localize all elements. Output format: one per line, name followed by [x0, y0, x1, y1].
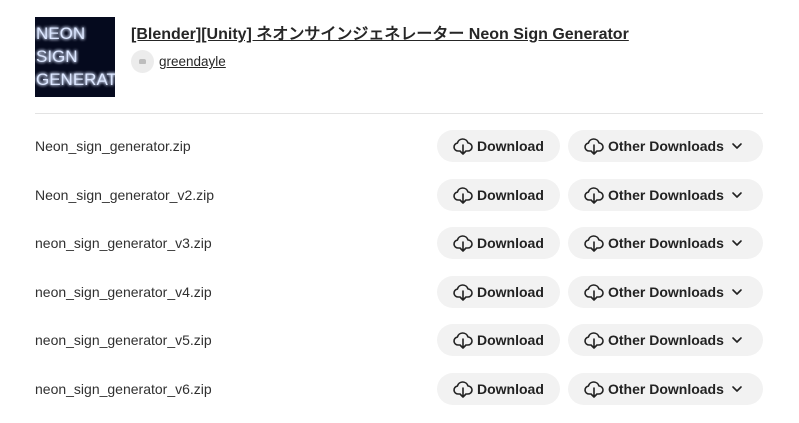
cloud-download-icon — [453, 332, 473, 349]
other-downloads-label: Other Downloads — [608, 284, 724, 300]
other-downloads-button[interactable]: Other Downloads — [568, 130, 763, 162]
download-label: Download — [477, 235, 544, 251]
cloud-download-icon — [453, 284, 473, 301]
cloud-download-icon — [453, 138, 473, 155]
download-button[interactable]: Download — [437, 276, 560, 308]
download-button[interactable]: Download — [437, 179, 560, 211]
download-button[interactable]: Download — [437, 130, 560, 162]
cloud-download-icon — [584, 284, 604, 301]
file-row: neon_sign_generator_v6.zip Download Othe… — [35, 373, 763, 405]
cloud-download-icon — [584, 235, 604, 252]
chevron-down-icon — [732, 143, 742, 149]
download-label: Download — [477, 332, 544, 348]
other-downloads-label: Other Downloads — [608, 332, 724, 348]
cloud-download-icon — [584, 381, 604, 398]
file-name: neon_sign_generator_v3.zip — [35, 235, 212, 251]
other-downloads-button[interactable]: Other Downloads — [568, 373, 763, 405]
chevron-down-icon — [732, 289, 742, 295]
file-name: Neon_sign_generator_v2.zip — [35, 187, 215, 203]
file-row: Neon_sign_generator_v2.zip Download Othe… — [35, 179, 763, 211]
thumbnail-text-line-2: SIGN — [36, 47, 78, 66]
thumbnail-text-line-1: NEON — [36, 24, 85, 43]
chevron-down-icon — [732, 386, 742, 392]
download-button[interactable]: Download — [437, 227, 560, 259]
download-label: Download — [477, 284, 544, 300]
cloud-download-icon — [453, 235, 473, 252]
chevron-down-icon — [732, 192, 742, 198]
file-row: neon_sign_generator_v5.zip Download Othe… — [35, 324, 763, 356]
other-downloads-button[interactable]: Other Downloads — [568, 324, 763, 356]
chevron-down-icon — [732, 240, 742, 246]
other-downloads-button[interactable]: Other Downloads — [568, 179, 763, 211]
file-row: Neon_sign_generator.zip Download Other D… — [35, 130, 763, 162]
product-title[interactable]: [Blender][Unity] ネオンサインジェネレーター Neon Sign… — [131, 20, 629, 44]
other-downloads-label: Other Downloads — [608, 235, 724, 251]
cloud-download-icon — [453, 187, 473, 204]
cloud-download-icon — [584, 138, 604, 155]
download-label: Download — [477, 187, 544, 203]
other-downloads-label: Other Downloads — [608, 381, 724, 397]
other-downloads-button[interactable]: Other Downloads — [568, 276, 763, 308]
download-label: Download — [477, 138, 544, 154]
file-row: neon_sign_generator_v4.zip Download Othe… — [35, 276, 763, 308]
cloud-download-icon — [453, 381, 473, 398]
product-thumbnail[interactable]: NEON SIGN GENERATOR — [35, 17, 115, 97]
other-downloads-label: Other Downloads — [608, 187, 724, 203]
product-header: NEON SIGN GENERATOR [Blender][Unity] ネオン… — [35, 17, 763, 97]
user-avatar[interactable] — [131, 50, 154, 73]
other-downloads-label: Other Downloads — [608, 138, 724, 154]
file-row: neon_sign_generator_v3.zip Download Othe… — [35, 227, 763, 259]
header-divider — [35, 113, 763, 114]
author-block[interactable]: greendayle — [131, 50, 226, 73]
cloud-download-icon — [584, 187, 604, 204]
file-name: neon_sign_generator_v4.zip — [35, 284, 212, 300]
avatar-placeholder-icon — [139, 59, 146, 64]
thumbnail-text-line-3: GENERATOR — [36, 70, 115, 89]
author-link[interactable]: greendayle — [159, 54, 226, 69]
file-name: neon_sign_generator_v6.zip — [35, 381, 212, 397]
download-button[interactable]: Download — [437, 373, 560, 405]
download-button[interactable]: Download — [437, 324, 560, 356]
other-downloads-button[interactable]: Other Downloads — [568, 227, 763, 259]
chevron-down-icon — [732, 337, 742, 343]
file-name: Neon_sign_generator.zip — [35, 138, 191, 154]
file-name: neon_sign_generator_v5.zip — [35, 332, 212, 348]
download-label: Download — [477, 381, 544, 397]
cloud-download-icon — [584, 332, 604, 349]
neon-sign-thumbnail-image: NEON SIGN GENERATOR — [35, 17, 115, 97]
